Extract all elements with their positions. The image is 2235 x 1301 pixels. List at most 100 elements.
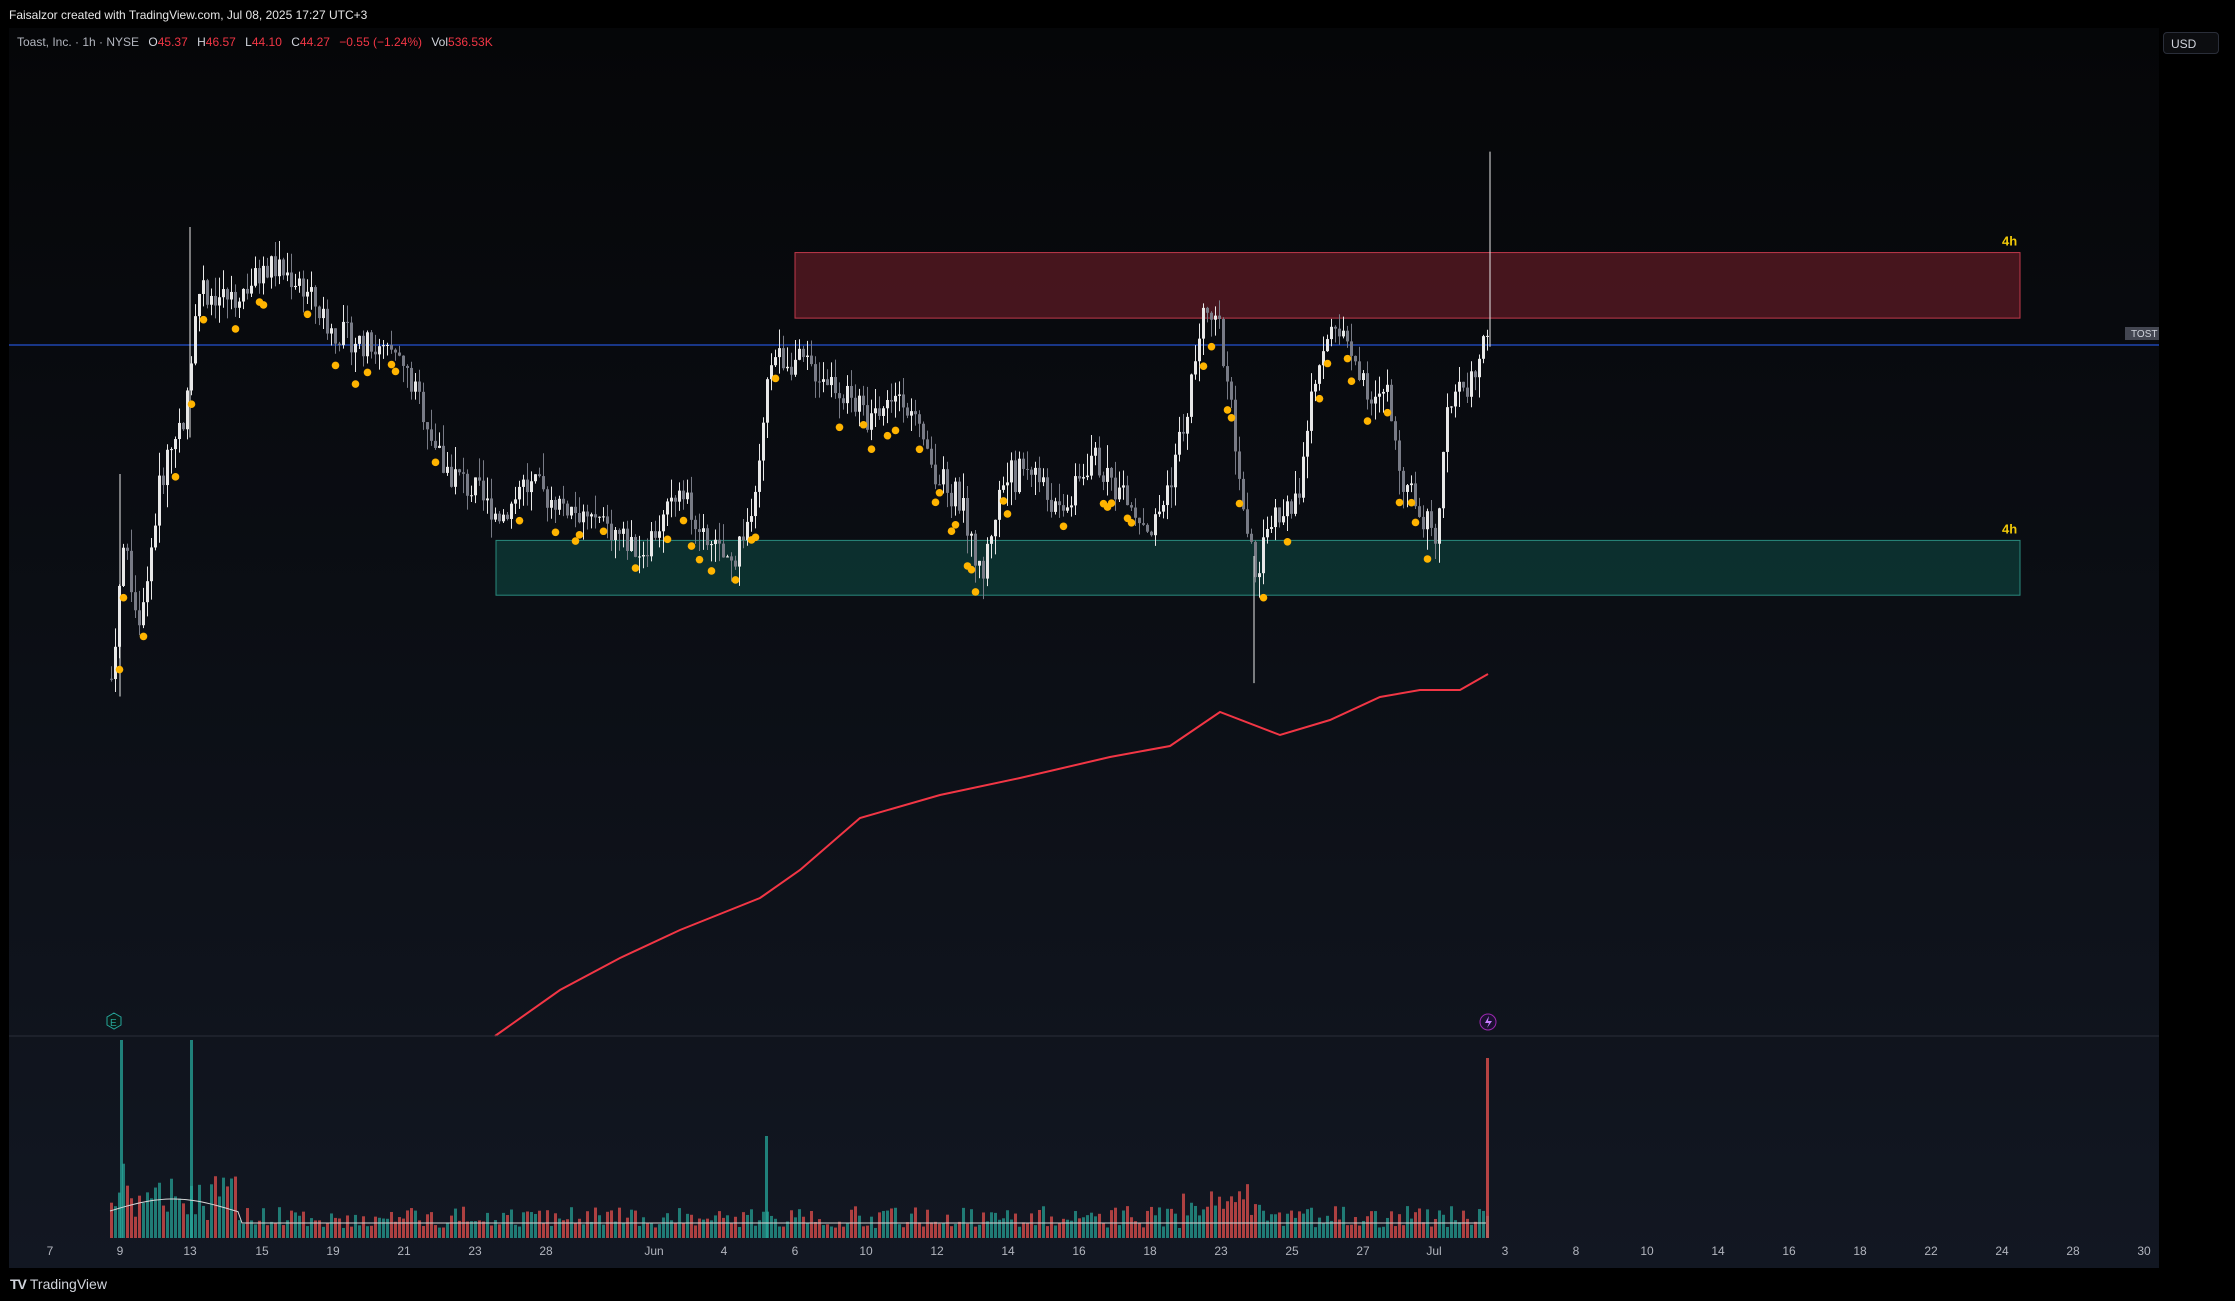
candle-body	[942, 469, 945, 485]
candle-body	[1178, 431, 1181, 455]
candle-body	[994, 519, 997, 537]
time-axis-label: 28	[539, 1244, 553, 1258]
candle-body	[382, 345, 385, 347]
volume-bar	[1210, 1191, 1213, 1238]
signal-dot	[1107, 499, 1116, 507]
candle-body	[1246, 509, 1249, 534]
candle-body	[982, 560, 985, 579]
candle-body	[502, 514, 505, 522]
candle-body	[510, 503, 513, 519]
candle-body	[1354, 355, 1357, 362]
candle-body	[1106, 467, 1109, 482]
volume-bar	[1018, 1226, 1021, 1238]
chart-canvas[interactable]: 4h4h 48.0047.5047.0046.5046.0045.6045.20…	[9, 28, 2159, 1268]
volume-bar	[1274, 1214, 1277, 1238]
candle-body	[910, 411, 913, 416]
candle-body	[658, 531, 661, 538]
candle-body	[402, 355, 405, 366]
candle-body	[1366, 373, 1369, 400]
candle-body	[358, 335, 361, 344]
candle-body	[978, 560, 981, 566]
candle-body	[806, 355, 809, 358]
candle-body	[458, 469, 461, 473]
volume-bar	[606, 1211, 609, 1238]
volume-bar	[726, 1215, 729, 1238]
time-axis-label: 10	[1640, 1244, 1654, 1258]
volume-bar	[1302, 1213, 1305, 1238]
candle-body	[542, 476, 545, 490]
candle-body	[734, 560, 737, 567]
candle-body	[610, 523, 613, 541]
signal-dot	[115, 665, 124, 674]
candle-body	[298, 278, 301, 286]
volume-bar	[846, 1223, 849, 1238]
volume-bar	[274, 1222, 277, 1238]
candle-body	[1058, 501, 1061, 506]
candle-body	[494, 513, 497, 520]
candle-body	[1034, 467, 1037, 475]
signal-dot	[187, 400, 196, 409]
candle-body	[406, 365, 409, 368]
candle-body	[1094, 447, 1097, 456]
volume-bar	[646, 1222, 649, 1238]
symbol-legend[interactable]: Toast, Inc. · 1h · NYSE O45.37 H46.57 L4…	[17, 35, 493, 49]
volume-bar	[1026, 1223, 1029, 1238]
candle-body	[826, 379, 829, 386]
candle-body	[1226, 366, 1229, 382]
volume-bar	[426, 1214, 429, 1238]
candle-body	[862, 395, 865, 406]
volume-bar	[326, 1222, 329, 1238]
candle-body	[1458, 381, 1461, 392]
volume-bar	[958, 1221, 961, 1238]
volume-bar	[922, 1226, 925, 1238]
volume-bar	[1322, 1222, 1325, 1238]
candle-body	[746, 521, 749, 541]
volume-bar	[1262, 1210, 1265, 1238]
volume-bar	[1186, 1215, 1189, 1238]
candle-body	[830, 376, 833, 386]
candle-body	[318, 306, 321, 319]
volume-bar	[238, 1220, 241, 1238]
candle-body	[634, 536, 637, 557]
tradingview-logo[interactable]: TV TradingView	[10, 1276, 107, 1292]
candle-body	[1478, 358, 1481, 378]
candle-body	[1338, 328, 1341, 337]
volume-bar	[230, 1178, 233, 1238]
volume-bar	[690, 1214, 693, 1238]
volume-bar	[1382, 1226, 1385, 1238]
volume-bar	[1006, 1210, 1009, 1238]
volume-bar	[818, 1219, 821, 1238]
candle-body	[186, 390, 189, 430]
candle-body	[906, 407, 909, 416]
volume-bar	[842, 1226, 845, 1238]
candle-body	[678, 490, 681, 502]
candle-body	[430, 429, 433, 441]
supply-zone[interactable]	[794, 252, 2021, 319]
volume-bar	[1098, 1213, 1101, 1238]
earnings-marker-text: E	[110, 1018, 117, 1029]
signal-dot	[1411, 518, 1420, 527]
candle-body	[166, 449, 169, 486]
signal-dot	[1395, 498, 1404, 507]
signal-dot	[231, 325, 240, 333]
candle-body	[1398, 440, 1401, 471]
volume-bar	[414, 1210, 417, 1238]
currency-button[interactable]: USD	[2163, 32, 2219, 54]
volume-bar	[406, 1210, 409, 1238]
volume-bar	[1438, 1210, 1441, 1238]
volume-bar	[722, 1217, 725, 1238]
signal-dot	[891, 426, 900, 435]
volume-bar	[346, 1215, 349, 1238]
candle-body	[1114, 477, 1117, 500]
candle-body	[378, 346, 381, 355]
volume-bar	[138, 1195, 141, 1238]
candle-body	[1274, 507, 1277, 528]
candle-body	[594, 514, 597, 518]
candle-body	[158, 475, 161, 526]
candle-body	[1262, 537, 1265, 574]
footer: TV TradingView	[0, 1268, 2235, 1301]
candle-body	[882, 408, 885, 416]
volume-bar	[1154, 1215, 1157, 1238]
candle-body	[1050, 499, 1053, 512]
volume-bar	[1214, 1205, 1217, 1238]
